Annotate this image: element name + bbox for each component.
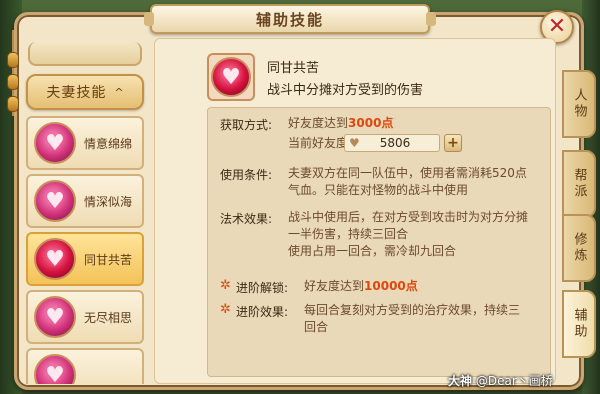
current-friendship-label: 当前好友度 — [288, 136, 349, 150]
category-label: 夫妻技能 — [46, 85, 107, 101]
caret-up-icon: ^ — [114, 85, 124, 99]
use-condition-line-2: 气血。只能在对怪物的战斗中使用 — [288, 183, 469, 197]
skill-name: 无尽相思 — [84, 310, 133, 325]
tab-label: 辅助 — [571, 308, 587, 340]
add-friendship-button[interactable]: + — [444, 134, 462, 152]
tab-label: 人物 — [571, 88, 587, 120]
effect-line-2: 一半伤害，持续三回合 — [288, 227, 409, 241]
advance-effect-line-2: 回合 — [304, 320, 329, 334]
advance-unlock-label: 进阶解锁: — [236, 281, 289, 295]
acquire-label: 获取方式: — [220, 118, 273, 132]
heart-icon: ♥ — [34, 238, 76, 280]
watermark-text: @Dear丶画桥 — [475, 374, 553, 388]
star-icon: ✲ — [220, 302, 231, 317]
star-icon: ✲ — [220, 278, 231, 293]
skill-detail-panel: ♥ 同甘共苦 战斗中分摊对方受到的伤害 获取方式: 好友度达到3000点 当前好… — [154, 38, 556, 384]
current-friendship-value: 5806 — [379, 136, 411, 150]
heart-icon: ♥ — [211, 57, 251, 97]
window-title: 辅助技能 — [255, 10, 324, 29]
close-icon: ✕ — [547, 14, 567, 39]
current-friendship-field: ♥ 5806 — [344, 134, 440, 152]
acquire-requirement: 好友度达到3000点 — [288, 116, 394, 130]
use-condition-label: 使用条件: — [220, 168, 273, 182]
skill-name: 同甘共苦 — [84, 252, 133, 267]
watermark: 大神 @Dear丶画桥 — [448, 372, 553, 389]
title-bar: 辅助技能 — [144, 4, 436, 34]
lantern-decoration — [6, 30, 20, 116]
watermark-brand: 大神 — [448, 374, 473, 388]
skill-item-3[interactable]: ♥ 同甘共苦 — [26, 232, 144, 286]
tab-label: 修炼 — [571, 232, 587, 264]
skill-item-partial[interactable]: ♥ — [26, 348, 144, 384]
skill-description: 战斗中分摊对方受到的伤害 — [267, 83, 424, 98]
effect-label: 法术效果: — [220, 212, 273, 226]
tab-cultivation[interactable]: 修炼 — [562, 214, 596, 282]
heart-icon: ♥ — [34, 180, 76, 222]
tab-label: 帮派 — [571, 168, 587, 200]
effect-line-1: 战斗中使用后，在对方受到攻击时为对方分摊 — [288, 210, 529, 224]
tab-guild[interactable]: 帮派 — [562, 150, 596, 218]
skill-item-2[interactable]: ♥ 情深似海 — [26, 174, 144, 228]
advance-unlock-requirement: 好友度达到10000点 — [304, 279, 418, 293]
detail-skill-icon: ♥ — [207, 53, 255, 101]
tab-character[interactable]: 人物 — [562, 70, 596, 138]
skill-info-box: 获取方式: 好友度达到3000点 当前好友度 ♥ 5806 + 使用条件: 夫妻… — [207, 107, 551, 377]
heart-icon: ♥ — [34, 296, 76, 338]
effect-line-3: 使用占用一回合，需冷却九回合 — [288, 244, 457, 258]
skill-item-4[interactable]: ♥ 无尽相思 — [26, 290, 144, 344]
skill-name: 情意绵绵 — [84, 136, 133, 151]
skill-list[interactable]: 夫妻技能 ^ ♥ 情意绵绵 ♥ 情深似海 ♥ 同甘共苦 ♥ 无尽相思 ♥ — [24, 38, 146, 384]
heart-icon: ♥ — [349, 136, 360, 150]
skill-name: 情深似海 — [84, 194, 133, 209]
heart-icon: ♥ — [34, 354, 76, 384]
skill-item-1[interactable]: ♥ 情意绵绵 — [26, 116, 144, 170]
tab-assist[interactable]: 辅助 — [562, 290, 596, 358]
list-item-partial[interactable] — [28, 42, 142, 66]
plus-icon: + — [447, 135, 459, 151]
skill-title: 同甘共苦 — [267, 61, 320, 76]
use-condition-line-1: 夫妻双方在同一队伍中，使用者需消耗520点 — [288, 166, 527, 180]
category-couple-skills[interactable]: 夫妻技能 ^ — [26, 74, 144, 110]
advance-effect-line-1: 每回合复刻对方受到的治疗效果，持续三 — [304, 303, 521, 317]
advance-effect-label: 进阶效果: — [236, 305, 289, 319]
heart-icon: ♥ — [34, 122, 76, 164]
